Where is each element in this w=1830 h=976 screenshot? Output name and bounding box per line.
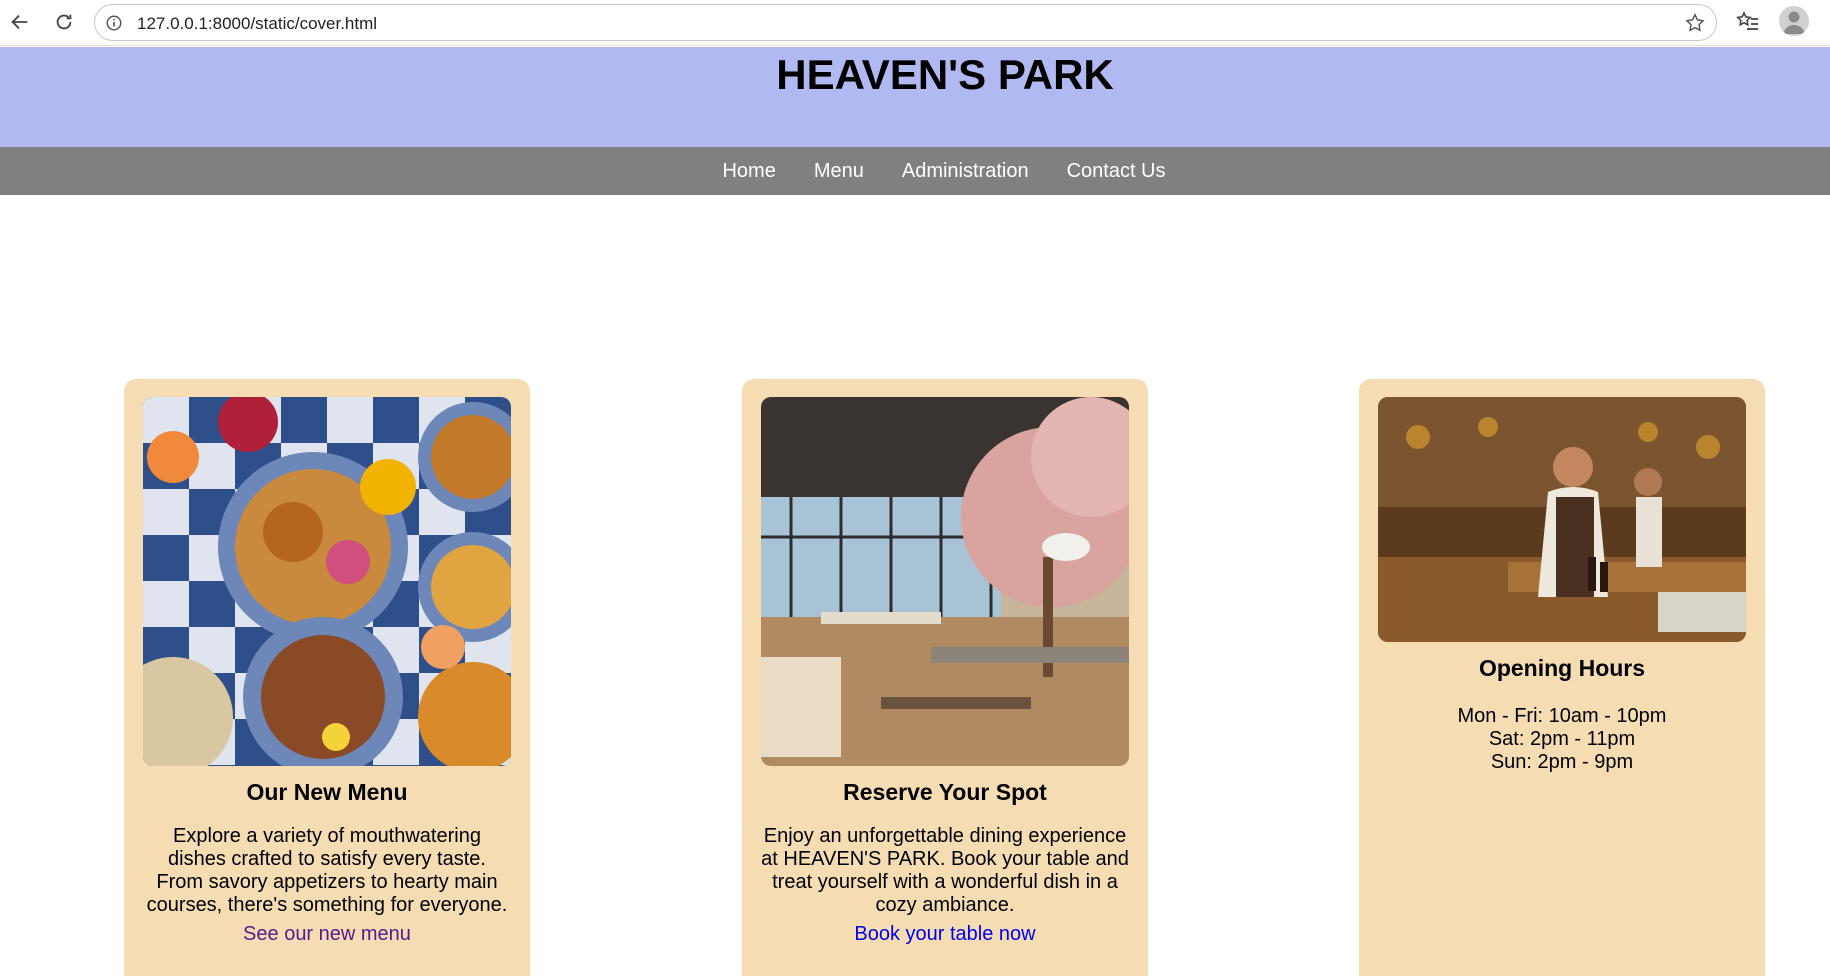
nav-menu[interactable]: Menu [814,160,864,183]
back-arrow-icon [11,14,28,30]
bookmark-star-icon[interactable] [1684,12,1706,34]
reload-icon [56,14,72,30]
card-opening-hours: Opening Hours Mon - Fri: 10am - 10pm Sat… [1359,379,1765,976]
card-title: Our New Menu [246,779,408,805]
hours-list: Mon - Fri: 10am - 10pm Sat: 2pm - 11pm S… [1377,705,1747,774]
nav-administration[interactable]: Administration [902,160,1029,183]
hours-sunday: Sun: 2pm - 9pm [1490,751,1634,773]
card-description: Enjoy an unforgettable dining experience… [761,825,1129,916]
browser-toolbar: 127.0.0.1:8000/static/cover.html [0,0,1830,46]
see-menu-link[interactable]: See our new menu [124,923,530,946]
profile-avatar[interactable] [1779,6,1809,36]
restaurant-interior-image [761,397,1129,766]
book-table-link[interactable]: Book your table now [742,923,1148,946]
card-title: Reserve Your Spot [843,779,1047,805]
card-title: Opening Hours [1478,655,1646,681]
site-header: HEAVEN'S PARK [0,47,1830,147]
waiter-image [1378,397,1746,642]
card-reserve: Reserve Your Spot Enjoy an unforgettable… [742,379,1148,976]
food-spread-image [143,397,511,766]
site-title: HEAVEN'S PARK [776,51,1114,98]
nav-contact-us[interactable]: Contact Us [1067,160,1166,183]
back-button[interactable] [4,6,36,38]
page-content: HEAVEN'S PARK Home Menu Administration C… [0,47,1830,976]
main-nav: Home Menu Administration Contact Us [0,147,1830,195]
card-description: Explore a variety of mouthwatering dishe… [146,825,508,916]
nav-home[interactable]: Home [722,160,775,183]
site-info-icon[interactable] [105,14,123,32]
address-bar[interactable]: 127.0.0.1:8000/static/cover.html [94,4,1717,41]
reload-button[interactable] [48,6,80,38]
card-new-menu: Our New Menu Explore a variety of mouthw… [124,379,530,976]
hours-weekdays: Mon - Fri: 10am - 10pm [1457,705,1667,727]
url-text[interactable]: 127.0.0.1:8000/static/cover.html [137,14,377,34]
hours-saturday: Sat: 2pm - 11pm [1488,728,1636,750]
bookmarks-list-icon[interactable] [1736,10,1760,34]
user-icon [1783,11,1805,34]
